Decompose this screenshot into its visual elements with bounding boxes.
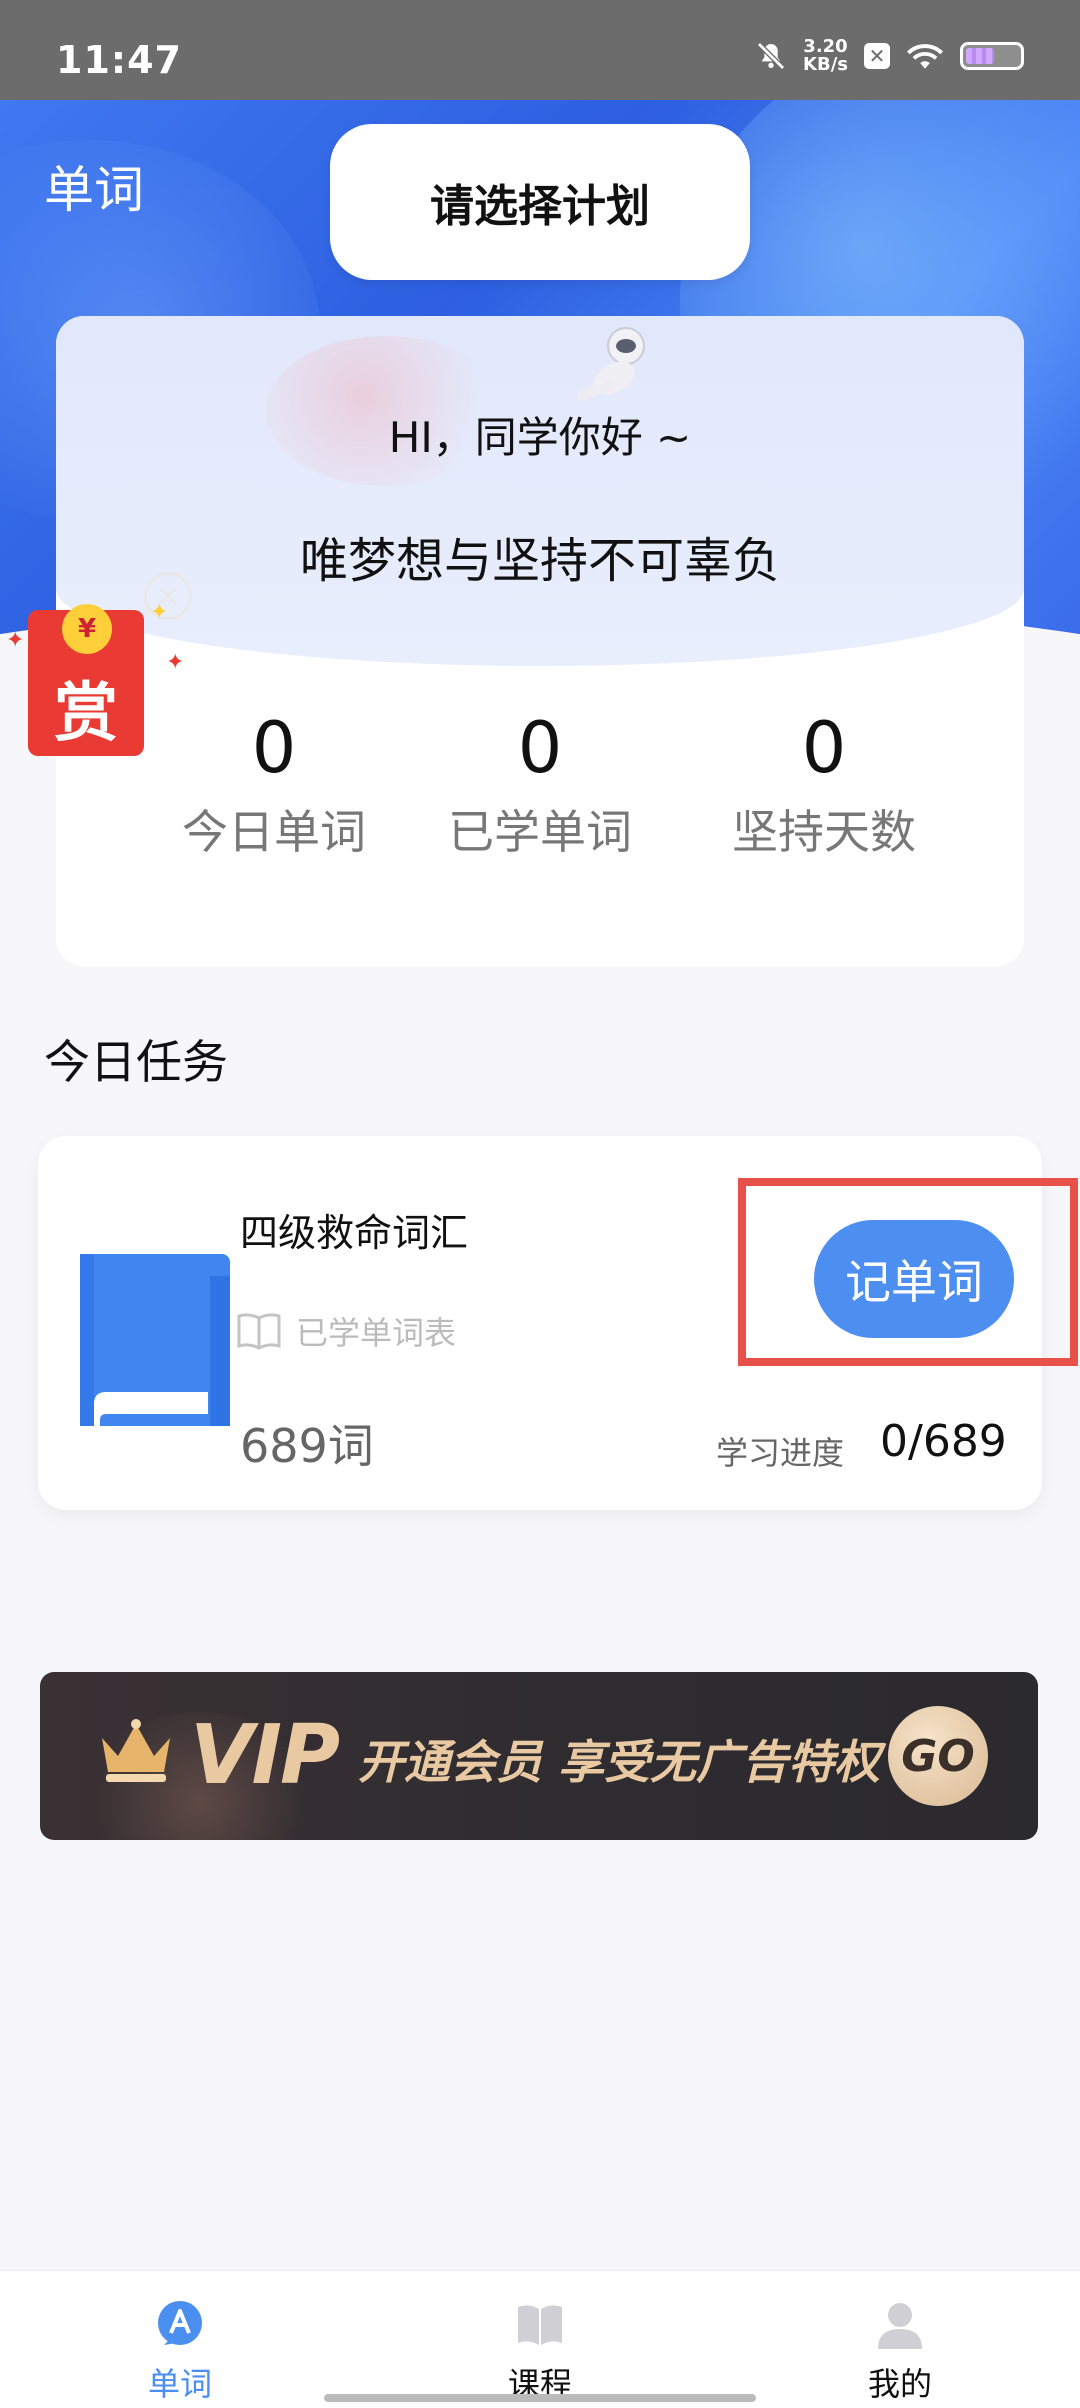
stat-streak-days: 0 坚持天数 <box>704 708 944 862</box>
wifi-icon <box>907 44 943 69</box>
greeting-banner: HI，同学你好 ~ 唯梦想与坚持不可辜负 <box>56 316 1024 666</box>
bottom-nav: 单词 课程 我的 <box>0 2270 1080 2408</box>
stat-value: 0 <box>801 707 847 789</box>
greeting-hi: HI，同学你好 ~ <box>388 413 692 462</box>
select-plan-button[interactable]: 请选择计划 <box>330 124 750 280</box>
vip-go-button[interactable]: GO <box>888 1706 988 1806</box>
reward-label: 赏 <box>54 677 118 751</box>
status-time: 11:47 <box>56 38 182 82</box>
progress-label: 学习进度 <box>716 1434 845 1472</box>
mute-icon <box>757 42 785 70</box>
reward-envelope[interactable]: ¥ 赏 <box>26 604 146 760</box>
sparkle-icon: ✦ <box>166 650 185 675</box>
open-book-icon <box>237 1313 281 1350</box>
stat-today-words: 0 今日单词 <box>154 708 394 862</box>
greeting-card: HI，同学你好 ~ 唯梦想与坚持不可辜负 0 今日单词 0 已学单词 0 坚持天… <box>56 316 1024 966</box>
highlight-annotation-box <box>738 1178 1078 1366</box>
stat-label: 今日单词 <box>182 805 366 859</box>
stat-label: 坚持天数 <box>732 805 916 859</box>
battery-icon <box>960 42 1024 70</box>
net-speed: 3.20 KB/s <box>803 38 848 74</box>
sparkle-icon: ✦ <box>6 628 25 653</box>
stat-value: 0 <box>251 707 297 789</box>
person-icon <box>878 2303 922 2349</box>
coin-icon: ¥ <box>62 604 112 654</box>
nav-label: 我的 <box>867 2365 932 2403</box>
vip-logo: VIP <box>190 1708 340 1803</box>
home-indicator[interactable] <box>324 2394 756 2402</box>
sparkle-icon: ✦ <box>150 600 169 625</box>
page-title: 单词 <box>44 161 144 219</box>
task-book-name: 四级救命词汇 <box>240 1211 469 1255</box>
section-title-tasks: 今日任务 <box>44 1035 228 1089</box>
status-icons: 3.20 KB/s ✕ <box>755 38 1024 74</box>
crown-icon <box>102 1719 170 1782</box>
progress-value: 0/689 <box>880 1416 1007 1467</box>
net-speed-unit: KB/s <box>803 54 848 75</box>
book-open-icon <box>518 2305 562 2345</box>
greeting-motto: 唯梦想与坚持不可辜负 <box>299 533 780 589</box>
stat-learned-words: 0 已学单词 <box>420 708 660 862</box>
stat-label: 已学单词 <box>448 805 632 859</box>
vip-banner[interactable]: VIP 开通会员 享受无广告特权 GO <box>40 1672 1038 1840</box>
learned-wordlist-label: 已学单词表 <box>296 1314 457 1352</box>
vip-promo-text: 开通会员 享受无广告特权 <box>358 1735 881 1789</box>
word-tab-icon <box>158 2301 202 2345</box>
learned-wordlist-link[interactable]: 已学单词表 <box>236 1308 456 1354</box>
nav-tab-courses[interactable]: 课程 <box>440 2271 640 2408</box>
stat-value: 0 <box>517 707 563 789</box>
word-count: 689词 <box>240 1419 374 1473</box>
x-badge-icon: ✕ <box>864 43 890 69</box>
book-icon <box>80 1254 230 1426</box>
nav-label: 单词 <box>147 2365 212 2403</box>
nav-tab-mine[interactable]: 我的 <box>800 2271 1000 2408</box>
nav-tab-words[interactable]: 单词 <box>80 2271 280 2408</box>
status-bar: 11:47 3.20 KB/s ✕ <box>0 0 1080 100</box>
